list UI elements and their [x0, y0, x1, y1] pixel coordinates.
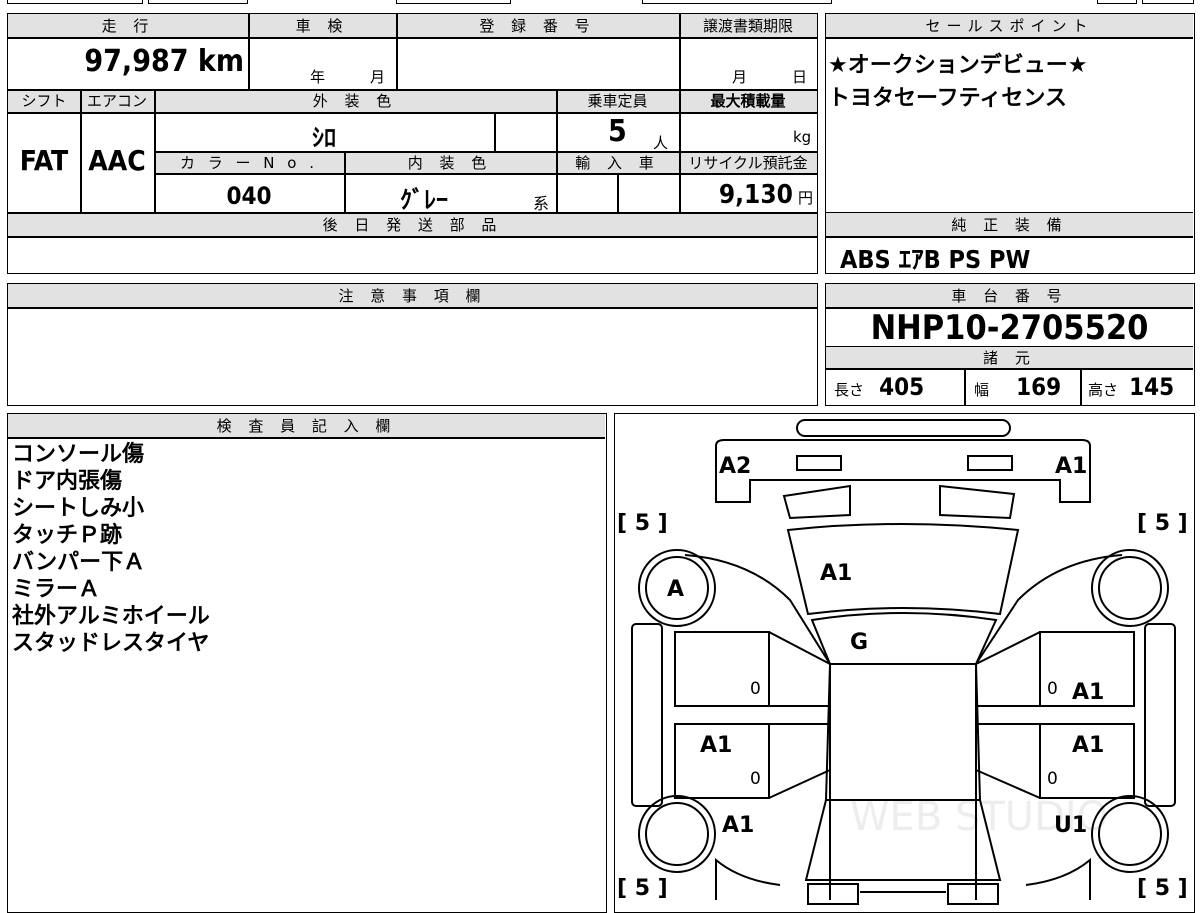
- inspector-header: 検 査 員 記 入 欄: [8, 414, 605, 438]
- tire-mark-rear-left: [ 5 ]: [617, 876, 668, 901]
- specs-header: 諸 元: [826, 347, 1193, 369]
- spec-width-label: 幅: [974, 381, 990, 399]
- spec-height-value: 145: [1129, 373, 1175, 401]
- transfer-month: 月: [732, 68, 748, 86]
- mark-rear-fender-left: A1: [722, 813, 754, 838]
- inspection-year: 年: [310, 68, 326, 86]
- spec-length: 長さ 405: [834, 373, 924, 401]
- inspector-line: タッチＰ跡: [12, 523, 123, 548]
- shift-value: FAT: [19, 144, 69, 177]
- mark-front-door-right: A1: [1072, 680, 1104, 705]
- mark-zero: 0: [1047, 769, 1058, 789]
- top-strip-cell: [148, 0, 248, 4]
- mark-zero: 0: [750, 679, 761, 699]
- max-load-unit: kg: [793, 128, 812, 146]
- chassis-number: NHP10-2705520: [870, 308, 1149, 348]
- inspection-header: 車 検: [248, 14, 396, 38]
- registration-header: 登 録 番 号: [396, 14, 679, 38]
- notes-header: 注 意 事 項 欄: [8, 284, 817, 308]
- inspector-line: コンソール傷: [12, 442, 145, 467]
- sales-point-line: ★オークションデビュー★: [828, 53, 1088, 78]
- mark-hood: A1: [820, 561, 852, 586]
- inspector-line: スタッドレスタイヤ: [12, 631, 210, 656]
- top-strip-cell: [1097, 0, 1137, 4]
- chassis-header: 車 台 番 号: [826, 284, 1193, 308]
- mark-front-right: A1: [1055, 454, 1087, 479]
- transfer-deadline-header: 譲渡書類期限: [679, 14, 817, 38]
- interior-color-suffix: 系: [533, 194, 550, 213]
- mileage-number: 97,987: [84, 44, 189, 79]
- sales-point-header: セールスポイント: [826, 14, 1193, 38]
- spec-length-value: 405: [879, 373, 925, 401]
- equipment-header: 純 正 装 備: [826, 213, 1193, 237]
- watermark: WEB STUDIO: [850, 794, 1108, 840]
- top-strip-cell: [7, 0, 143, 4]
- color-no-header: カ ラ ー N o .: [154, 152, 344, 174]
- recycle-fee-number: 9,130: [718, 180, 793, 210]
- main-info-table: 走 行 車 検 登 録 番 号 譲渡書類期限 97,987 km 年 月 月 日…: [7, 13, 818, 274]
- spec-width-value: 169: [1016, 373, 1062, 401]
- inspector-line: シートしみ小: [12, 496, 145, 521]
- top-strip-cell: [1142, 0, 1194, 4]
- sales-point-box: セールスポイント ★オークションデビュー★ トヨタセーフティセンス 純 正 装 …: [825, 13, 1195, 274]
- inspector-line: バンパー下Ａ: [12, 550, 146, 575]
- notes-box: 注 意 事 項 欄: [7, 283, 818, 406]
- mark-zero: 0: [750, 769, 761, 789]
- recycle-fee-header: リサイクル預託金: [679, 152, 817, 174]
- mark-wheel-front-left: A: [667, 577, 684, 602]
- mileage-unit: km: [197, 44, 244, 79]
- later-parts-header: 後 日 発 送 部 品: [8, 213, 817, 237]
- spec-length-label: 長さ: [834, 381, 865, 399]
- mark-windshield: G: [850, 630, 868, 655]
- inspection-month: 月: [370, 68, 386, 86]
- exterior-color-header: 外 装 色: [154, 90, 556, 113]
- tire-mark-front-right: [ 5 ]: [1137, 511, 1188, 536]
- mark-rear-door-right: A1: [1072, 733, 1104, 758]
- capacity-header: 乗車定員: [556, 90, 679, 113]
- sales-point-line: トヨタセーフティセンス: [828, 86, 1067, 111]
- tire-mark-rear-right: [ 5 ]: [1137, 876, 1188, 901]
- exterior-color-value: ｼﾛ: [312, 124, 336, 152]
- chassis-box: 車 台 番 号 NHP10-2705520 諸 元 長さ 405 幅 169 高…: [825, 283, 1195, 406]
- capacity-value: 5: [608, 114, 627, 149]
- car-diagram: [ 5 ] [ 5 ] [ 5 ] [ 5 ] A2 A1 A1 G A A1 …: [617, 418, 1188, 905]
- mark-front-left: A2: [719, 454, 751, 479]
- mark-zero: 0: [1047, 679, 1058, 699]
- mark-rear-door-left: A1: [700, 733, 732, 758]
- spec-height: 高さ 145: [1088, 373, 1174, 401]
- interior-color-value: ｸﾞﾚｰ: [400, 186, 448, 214]
- max-load-header: 最大積載量: [679, 90, 817, 113]
- inspector-line: ドア内張傷: [12, 469, 123, 494]
- equipment-value: ABS ｴｱB PS PW: [840, 245, 1031, 274]
- ac-value: AAC: [88, 144, 146, 177]
- spec-width: 幅 169: [974, 373, 1061, 401]
- transfer-day: 日: [792, 68, 808, 86]
- shift-header: シフト: [8, 90, 80, 113]
- inspector-box: 検 査 員 記 入 欄 コンソール傷 ドア内張傷 シートしみ小 タッチＰ跡 バン…: [7, 413, 607, 913]
- inspector-line: 社外アルミホイール: [12, 604, 210, 629]
- color-no-value: 040: [226, 182, 272, 210]
- import-header: 輸 入 車: [556, 152, 679, 174]
- recycle-fee-value: 9,130 円: [679, 180, 813, 210]
- spec-height-label: 高さ: [1088, 381, 1119, 399]
- capacity-unit: 人: [653, 134, 669, 152]
- car-diagram-box: [ 5 ] [ 5 ] [ 5 ] [ 5 ] A2 A1 A1 G A A1 …: [614, 413, 1195, 913]
- mileage-value: 97,987 km: [8, 44, 244, 94]
- recycle-fee-unit: 円: [797, 189, 813, 207]
- top-strip-cell: [396, 0, 511, 4]
- ac-header: エアコン: [80, 90, 154, 113]
- interior-color-header: 内 装 色: [344, 152, 556, 174]
- inspector-line: ミラーＡ: [12, 577, 101, 602]
- top-strip-cell: [642, 0, 832, 4]
- mileage-header: 走 行: [8, 14, 248, 38]
- tire-mark-front-left: [ 5 ]: [617, 511, 668, 536]
